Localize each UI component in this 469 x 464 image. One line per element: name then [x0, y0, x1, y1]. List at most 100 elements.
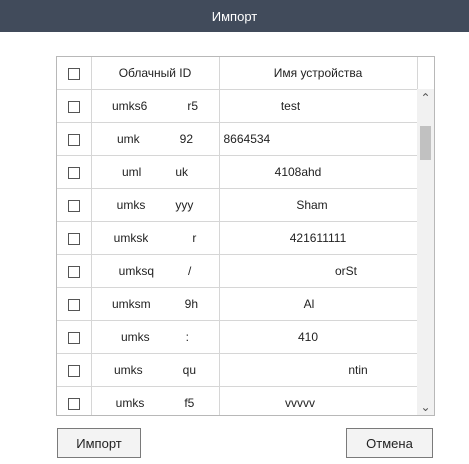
- cell-cloud-id: umks qu: [91, 353, 220, 387]
- row-checkbox[interactable]: [67, 331, 80, 344]
- row-checkbox-cell[interactable]: [57, 320, 92, 354]
- cell-device-name: Al: [219, 287, 418, 321]
- row-checkbox-cell[interactable]: [57, 254, 92, 288]
- redaction-mask: [141, 165, 176, 180]
- cloud-id-end: 9h: [184, 296, 199, 311]
- cell-device-name: 410: [219, 320, 418, 354]
- cloud-id-end: r5: [187, 98, 198, 113]
- row-checkbox[interactable]: [67, 265, 80, 278]
- cloud-id-end: /: [188, 263, 192, 278]
- redaction-mask: [139, 132, 180, 147]
- cloud-id-end: uk: [175, 164, 189, 179]
- import-button[interactable]: Импорт: [57, 428, 141, 458]
- select-all-cell[interactable]: [57, 57, 92, 90]
- cloud-id-end: r: [192, 230, 197, 245]
- redaction-mask: [327, 198, 340, 213]
- row-checkbox-cell[interactable]: [57, 155, 92, 189]
- cell-cloud-id: umk 92: [91, 122, 220, 156]
- cloud-id-end: f5: [184, 395, 195, 410]
- redaction-mask: [150, 297, 185, 312]
- table-row[interactable]: umks qu ntin: [57, 353, 418, 387]
- cell-device-name: ntin: [219, 353, 418, 387]
- row-checkbox[interactable]: [67, 298, 80, 311]
- redaction-mask: [144, 396, 185, 411]
- table-row[interactable]: umks6 r5 test: [57, 89, 418, 123]
- row-checkbox[interactable]: [67, 397, 80, 410]
- select-all-checkbox[interactable]: [67, 67, 80, 80]
- redaction-mask: [268, 363, 349, 378]
- cell-device-name: vvvvv: [219, 386, 418, 415]
- device-table: Облачный ID Имя устройства umks6 r5 test um…: [56, 56, 435, 416]
- cloud-id-start: umksm: [111, 296, 151, 311]
- device-name-end: ntin: [348, 362, 368, 377]
- table-row[interactable]: umksq / orSt: [57, 254, 418, 288]
- row-checkbox[interactable]: [67, 133, 80, 146]
- cell-cloud-id: uml uk: [91, 155, 220, 189]
- header-cloud-id: Облачный ID: [91, 57, 220, 90]
- cloud-id-start: umks: [115, 395, 145, 410]
- device-name-start: 421611111: [289, 230, 347, 245]
- device-name-end: orSt: [334, 263, 357, 278]
- device-name-start: Sham: [296, 197, 328, 212]
- row-checkbox[interactable]: [67, 364, 80, 377]
- row-checkbox[interactable]: [67, 166, 80, 179]
- chevron-up-icon[interactable]: ⌃: [417, 89, 434, 106]
- table-row[interactable]: umks f5 vvvvv: [57, 386, 418, 415]
- device-name-start: vvvvv: [285, 395, 315, 410]
- cloud-id-start: umksk: [113, 230, 149, 245]
- cloud-id-start: umk: [116, 131, 140, 146]
- row-checkbox-cell[interactable]: [57, 89, 92, 123]
- row-checkbox[interactable]: [67, 232, 80, 245]
- row-checkbox[interactable]: [67, 100, 80, 113]
- row-checkbox-cell[interactable]: [57, 221, 92, 255]
- cloud-id-end: qu: [182, 362, 197, 377]
- row-checkbox-cell[interactable]: [57, 353, 92, 387]
- cell-device-name: Sham: [219, 188, 418, 222]
- redaction-mask: [300, 99, 356, 114]
- device-name-start: 8664534: [223, 131, 271, 146]
- table-row[interactable]: umksk r 421611111: [57, 221, 418, 255]
- row-checkbox-cell[interactable]: [57, 122, 92, 156]
- row-checkbox-cell[interactable]: [57, 386, 92, 415]
- table-header-row: Облачный ID Имя устройства: [57, 57, 418, 90]
- device-name-start: test: [280, 98, 301, 113]
- redaction-mask: [147, 99, 188, 114]
- redaction-mask: [278, 264, 335, 279]
- cloud-id-start: umks: [120, 329, 150, 344]
- cell-cloud-id: umks f5: [91, 386, 220, 415]
- vertical-scrollbar[interactable]: ⌃ ⌄: [417, 89, 434, 415]
- cell-device-name: 8664534: [219, 122, 418, 156]
- table-row[interactable]: umk 92 8664534: [57, 122, 418, 156]
- redaction-mask: [270, 132, 326, 147]
- redaction-mask: [314, 297, 333, 312]
- cloud-id-end: 92: [179, 131, 194, 146]
- cloud-id-start: umks: [116, 197, 146, 212]
- cell-cloud-id: umks yyy: [91, 188, 220, 222]
- header-device-name: Имя устройства: [219, 57, 418, 90]
- redaction-mask: [321, 165, 362, 180]
- table-row[interactable]: umks yyy Sham: [57, 188, 418, 222]
- row-checkbox-cell[interactable]: [57, 188, 92, 222]
- device-name-start: 410: [297, 329, 319, 344]
- cloud-id-end: :: [185, 329, 189, 344]
- cell-device-name: 421611111: [219, 221, 418, 255]
- cell-cloud-id: umks:: [91, 320, 220, 354]
- dialog-title-bar: Импорт: [0, 0, 469, 32]
- table-row[interactable]: umks: 410: [57, 320, 418, 354]
- scroll-thumb[interactable]: [420, 126, 431, 160]
- row-checkbox[interactable]: [67, 199, 80, 212]
- table-row[interactable]: umksm 9h Al: [57, 287, 418, 321]
- cloud-id-start: uml: [121, 164, 142, 179]
- chevron-down-icon[interactable]: ⌄: [417, 398, 434, 415]
- row-checkbox-cell[interactable]: [57, 287, 92, 321]
- dialog-title: Импорт: [211, 8, 258, 24]
- device-name-start: 4108ahd: [274, 164, 322, 179]
- redaction-mask: [154, 264, 188, 279]
- table-row[interactable]: uml uk 4108ahd: [57, 155, 418, 189]
- device-name-start: Al: [303, 296, 315, 311]
- cell-cloud-id: umksk r: [91, 221, 220, 255]
- cell-device-name: 4108ahd: [219, 155, 418, 189]
- redaction-mask: [149, 330, 186, 345]
- redaction-mask: [145, 198, 176, 213]
- cancel-button[interactable]: Отмена: [346, 428, 433, 458]
